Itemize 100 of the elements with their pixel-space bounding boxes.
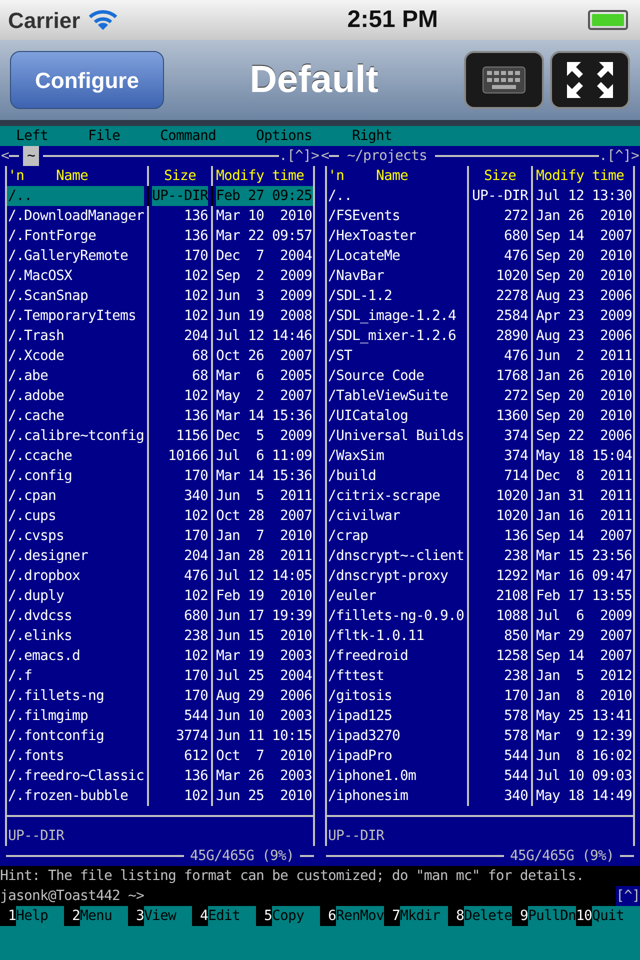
file-name[interactable]: /.Trash — [7, 326, 144, 346]
file-name[interactable]: /ipadPro — [327, 746, 464, 766]
file-name[interactable]: /crap — [327, 526, 464, 546]
file-name[interactable]: /dnscrypt~-client — [327, 546, 464, 566]
file-date: Mar 9 12:39 — [536, 727, 633, 746]
file-name[interactable]: /.FontForge — [7, 226, 144, 246]
file-name[interactable]: /.config — [7, 466, 144, 486]
file-date: Jul 25 2004 — [216, 667, 313, 686]
file-name[interactable]: /SDL_image-1.2.4 — [327, 306, 464, 326]
panel-history-marker[interactable]: .[^]> — [599, 146, 639, 166]
file-name[interactable]: /.cups — [7, 506, 144, 526]
file-name[interactable]: /iphone1.0m — [327, 766, 464, 786]
file-name[interactable]: /.dvdcss — [7, 606, 144, 626]
file-name[interactable]: /.ccache — [7, 446, 144, 466]
file-name[interactable]: /LocateMe — [327, 246, 464, 266]
column-header: 'n — [8, 167, 24, 186]
menu-item[interactable]: Options — [256, 128, 312, 144]
file-date: Jan 26 2010 — [536, 367, 633, 386]
file-name[interactable]: /.frozen-bubble — [7, 786, 144, 806]
file-name[interactable]: /.filmgimp — [7, 706, 144, 726]
file-name[interactable]: /.cpan — [7, 486, 144, 506]
file-size: 374 — [503, 447, 528, 466]
file-size: 136 — [183, 227, 208, 246]
file-name[interactable]: /TableViewSuite — [327, 386, 464, 406]
menu-item[interactable]: Left — [16, 128, 48, 144]
configure-button[interactable]: Configure — [10, 51, 164, 109]
file-date: May 18 14:49 — [536, 787, 633, 806]
file-name[interactable]: /.ScanSnap — [7, 286, 144, 306]
file-size: 544 — [503, 767, 528, 786]
file-name[interactable]: /ST — [327, 346, 464, 366]
file-name[interactable]: /iphonesim — [327, 786, 464, 806]
shell-prompt[interactable]: jasonk@Toast442 ~> — [0, 886, 144, 906]
file-date: May 25 13:41 — [536, 707, 633, 726]
file-size: 170 — [503, 687, 528, 706]
file-name[interactable]: /.dropbox — [7, 566, 144, 586]
file-name[interactable]: /.fontconfig — [7, 726, 144, 746]
file-name[interactable]: /HexToaster — [327, 226, 464, 246]
file-name[interactable]: /.. — [7, 186, 144, 206]
file-name[interactable]: /SDL-1.2 — [327, 286, 464, 306]
file-name[interactable]: /.fonts — [7, 746, 144, 766]
panel-history-marker[interactable]: .[^]> — [279, 146, 319, 166]
file-name[interactable]: /fillets-ng-0.9.0 — [327, 606, 464, 626]
menu-item[interactable]: File — [88, 128, 120, 144]
menu-item[interactable]: Command — [160, 128, 216, 144]
file-date: Sep 14 2007 — [536, 527, 633, 546]
file-date: Jun 25 2010 — [216, 787, 313, 806]
file-name[interactable]: /fltk-1.0.11 — [327, 626, 464, 646]
file-name[interactable]: /UICatalog — [327, 406, 464, 426]
file-name[interactable]: /.MacOSX — [7, 266, 144, 286]
file-name[interactable]: /fttest — [327, 666, 464, 686]
file-name[interactable]: /.calibre~tconfig — [7, 426, 144, 446]
file-name[interactable]: /.fillets-ng — [7, 686, 144, 706]
file-name[interactable]: /.f — [7, 666, 144, 686]
file-name[interactable]: /SDL_mixer-1.2.6 — [327, 326, 464, 346]
file-date: Feb 27 09:25 — [216, 186, 313, 206]
file-name[interactable]: /ipad3270 — [327, 726, 464, 746]
panel-nav-marker[interactable]: < — [1, 146, 9, 166]
file-name[interactable]: /FSEvents — [327, 206, 464, 226]
file-name[interactable]: /Source Code — [327, 366, 464, 386]
file-size: 2584 — [495, 307, 528, 326]
file-size: 102 — [183, 307, 208, 326]
file-name[interactable]: /.TemporaryItems — [7, 306, 144, 326]
file-size: 1156 — [175, 427, 208, 446]
file-name[interactable]: /.cvsps — [7, 526, 144, 546]
file-size: 1258 — [495, 647, 528, 666]
file-name[interactable]: /Universal Builds — [327, 426, 464, 446]
file-name[interactable]: /WaxSim — [327, 446, 464, 466]
file-name[interactable]: /NavBar — [327, 266, 464, 286]
fullscreen-button[interactable] — [550, 51, 630, 109]
file-size: 238 — [503, 667, 528, 686]
file-name[interactable]: /gitosis — [327, 686, 464, 706]
file-name[interactable]: /.cache — [7, 406, 144, 426]
file-name[interactable]: /.designer — [7, 546, 144, 566]
prompt-history-marker[interactable]: [^] — [616, 886, 640, 906]
file-name[interactable]: /freedroid — [327, 646, 464, 666]
keyboard-button[interactable] — [464, 51, 544, 109]
file-date: Jun 2 2011 — [536, 347, 633, 366]
file-name[interactable]: /.Xcode — [7, 346, 144, 366]
file-name[interactable]: /.elinks — [7, 626, 144, 646]
file-size: 544 — [183, 707, 208, 726]
file-name[interactable]: /civilwar — [327, 506, 464, 526]
file-name[interactable]: /.emacs.d — [7, 646, 144, 666]
file-name[interactable]: /.. — [327, 186, 464, 206]
file-name[interactable]: /euler — [327, 586, 464, 606]
menu-item[interactable]: Right — [352, 128, 392, 144]
file-name[interactable]: /.abe — [7, 366, 144, 386]
file-name[interactable]: /dnscrypt-proxy — [327, 566, 464, 586]
file-date: Mar 22 09:57 — [216, 227, 313, 246]
file-name[interactable]: /.adobe — [7, 386, 144, 406]
file-name[interactable]: /.duply — [7, 586, 144, 606]
file-name[interactable]: /.freedro~Classic — [7, 766, 144, 786]
file-name[interactable]: /.DownloadManager — [7, 206, 144, 226]
file-size: 680 — [503, 227, 528, 246]
panel-nav-marker[interactable]: < — [321, 146, 329, 166]
file-size: 102 — [183, 587, 208, 606]
file-name[interactable]: /ipad125 — [327, 706, 464, 726]
file-name[interactable]: /citrix-scrape — [327, 486, 464, 506]
file-size: 850 — [503, 627, 528, 646]
file-name[interactable]: /.GalleryRemote — [7, 246, 144, 266]
file-name[interactable]: /build — [327, 466, 464, 486]
